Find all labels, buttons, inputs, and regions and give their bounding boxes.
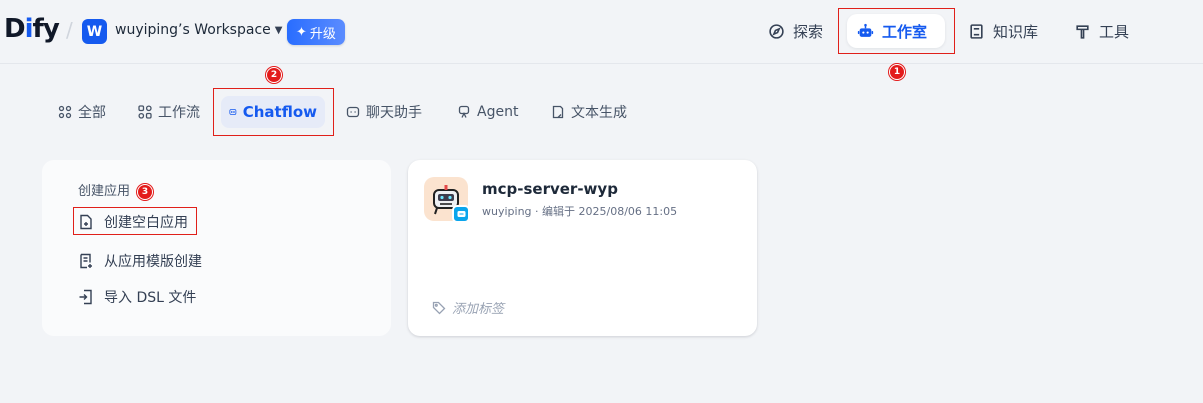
workspace-name: wuyiping’s Workspace: [115, 22, 271, 38]
annotation-box-studio: [838, 8, 955, 54]
breadcrumb-divider: /: [66, 18, 73, 42]
app-name: mcp-server-wyp: [482, 180, 618, 198]
import-dsl-button[interactable]: 导入 DSL 文件: [78, 287, 196, 307]
create-app-card: 创建应用 创建空白应用 从应用模版创建 导入 DSL 文件: [42, 160, 391, 336]
tab-text-generation[interactable]: 文本生成: [543, 96, 635, 128]
tab-all[interactable]: 全部: [50, 96, 114, 128]
top-bar: Dify / W wuyiping’s Workspace ▼ ✦ 升级 探索 …: [0, 0, 1203, 64]
chat-icon: [346, 106, 360, 118]
tab-agent[interactable]: Agent: [449, 96, 526, 128]
import-icon: [79, 289, 92, 305]
nav-tools[interactable]: 工具: [1064, 14, 1139, 48]
nav-knowledge[interactable]: 知识库: [958, 14, 1048, 48]
template-icon: [80, 253, 92, 269]
compass-icon: [769, 23, 784, 39]
agent-icon: [458, 105, 470, 118]
book-icon: [970, 23, 983, 39]
document-icon: [552, 105, 564, 119]
chatflow-type-badge-icon: [452, 205, 470, 223]
app-meta: wuyiping · 编辑于 2025/08/06 11:05: [482, 205, 678, 218]
workflow-icon: [138, 105, 152, 119]
sparkle-icon: ✦: [296, 24, 307, 40]
annotation-box-chatflow: [213, 88, 334, 136]
chat-bubble-icon: [457, 210, 465, 217]
create-from-template-button[interactable]: 从应用模版创建: [78, 251, 202, 271]
annotation-marker-2: 2: [266, 67, 282, 83]
workspace-switcher[interactable]: wuyiping’s Workspace ▼: [115, 22, 282, 38]
annotation-marker-3: 3: [137, 184, 153, 200]
annotation-marker-1: 1: [889, 64, 905, 80]
chevron-down-icon: ▼: [274, 24, 283, 36]
hammer-icon: [1076, 24, 1089, 39]
create-app-title: 创建应用: [78, 184, 131, 199]
app-card[interactable]: mcp-server-wyp wuyiping · 编辑于 2025/08/06…: [408, 160, 757, 336]
upgrade-button[interactable]: ✦ 升级: [287, 19, 345, 45]
grid-icon: [58, 105, 72, 119]
annotation-box-create-blank: [73, 207, 197, 235]
add-tag-button[interactable]: 添加标签: [432, 298, 504, 317]
workspace-avatar[interactable]: W: [82, 19, 107, 44]
tab-workflow[interactable]: 工作流: [130, 96, 208, 128]
dify-logo[interactable]: Dify: [4, 14, 60, 44]
nav-explore[interactable]: 探索: [758, 14, 833, 48]
tag-icon: [432, 301, 446, 314]
tab-chat-assistant[interactable]: 聊天助手: [338, 96, 430, 128]
